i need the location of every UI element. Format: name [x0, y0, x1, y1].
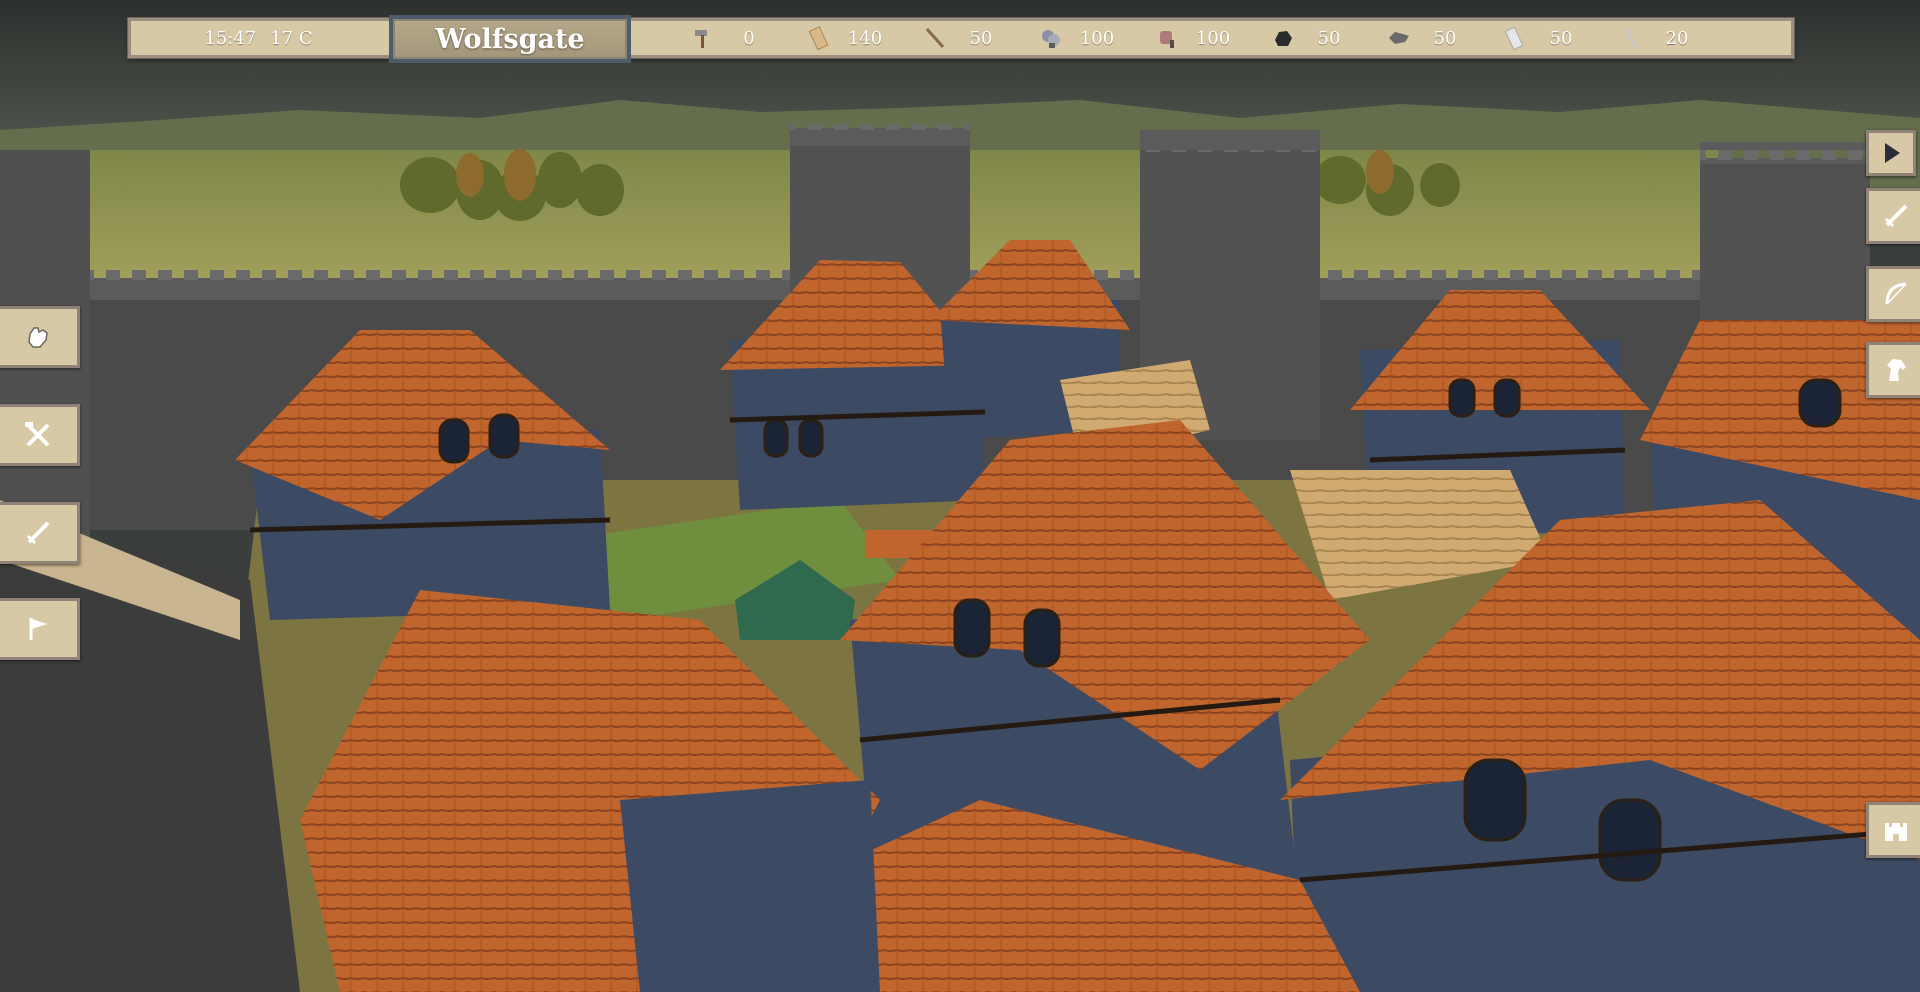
castle-menu-button[interactable]	[1866, 802, 1920, 858]
stick-icon	[925, 28, 945, 48]
meat-icon	[1160, 31, 1174, 48]
iron-ore-icon	[1042, 30, 1060, 48]
build-menu-button[interactable]	[0, 404, 80, 466]
fist-icon	[28, 327, 48, 348]
resource-bar: 15:47 17 C Wolfsgate 0 140 50 100 100 50	[128, 15, 1794, 63]
military-menu-button[interactable]	[0, 502, 80, 564]
sword-icon	[26, 521, 50, 545]
flag-icon	[29, 618, 47, 640]
resource-coal: 50	[1271, 26, 1387, 50]
resource-iron-bar: 50	[1503, 26, 1619, 50]
temperature: 17 C	[270, 27, 313, 49]
game-world-view[interactable]	[0, 0, 1920, 992]
town-name: Wolfsgate	[435, 23, 585, 55]
combat-menu-button[interactable]	[0, 306, 80, 368]
horse-icon	[1887, 359, 1906, 381]
resource-plank: 140	[807, 26, 923, 50]
resource-sword-blade: 20	[1619, 26, 1735, 50]
iron-bar-icon	[1504, 26, 1524, 50]
resource-iron-ore: 100	[1039, 26, 1155, 50]
hide-icon	[1389, 32, 1409, 44]
resource-hammer: 0	[691, 26, 807, 50]
clock-time: 15:47	[204, 27, 257, 49]
town-name-banner[interactable]: Wolfsgate	[389, 15, 631, 63]
resource-hide: 50	[1387, 26, 1503, 50]
sword-blade-icon	[1623, 27, 1639, 49]
resource-list: 0 140 50 100 100 50 50 50 20	[691, 21, 1791, 55]
bow-icon	[1885, 282, 1907, 305]
play-speed-button[interactable]	[1866, 130, 1916, 176]
plank-icon	[808, 26, 829, 50]
crossed-tools-icon	[25, 422, 50, 447]
swordsman-unit-button[interactable]	[1866, 188, 1920, 244]
resource-stick: 50	[923, 26, 1039, 50]
castle-icon	[1885, 823, 1907, 841]
sword-icon	[1884, 204, 1908, 228]
territory-menu-button[interactable]	[0, 598, 80, 660]
play-icon	[1885, 143, 1900, 163]
resource-meat: 100	[1155, 26, 1271, 50]
hammer-icon	[695, 30, 707, 48]
coal-icon	[1275, 31, 1292, 46]
time-weather-display: 15:47 17 C	[131, 28, 386, 49]
archer-unit-button[interactable]	[1866, 266, 1920, 322]
cavalry-unit-button[interactable]	[1866, 342, 1920, 398]
